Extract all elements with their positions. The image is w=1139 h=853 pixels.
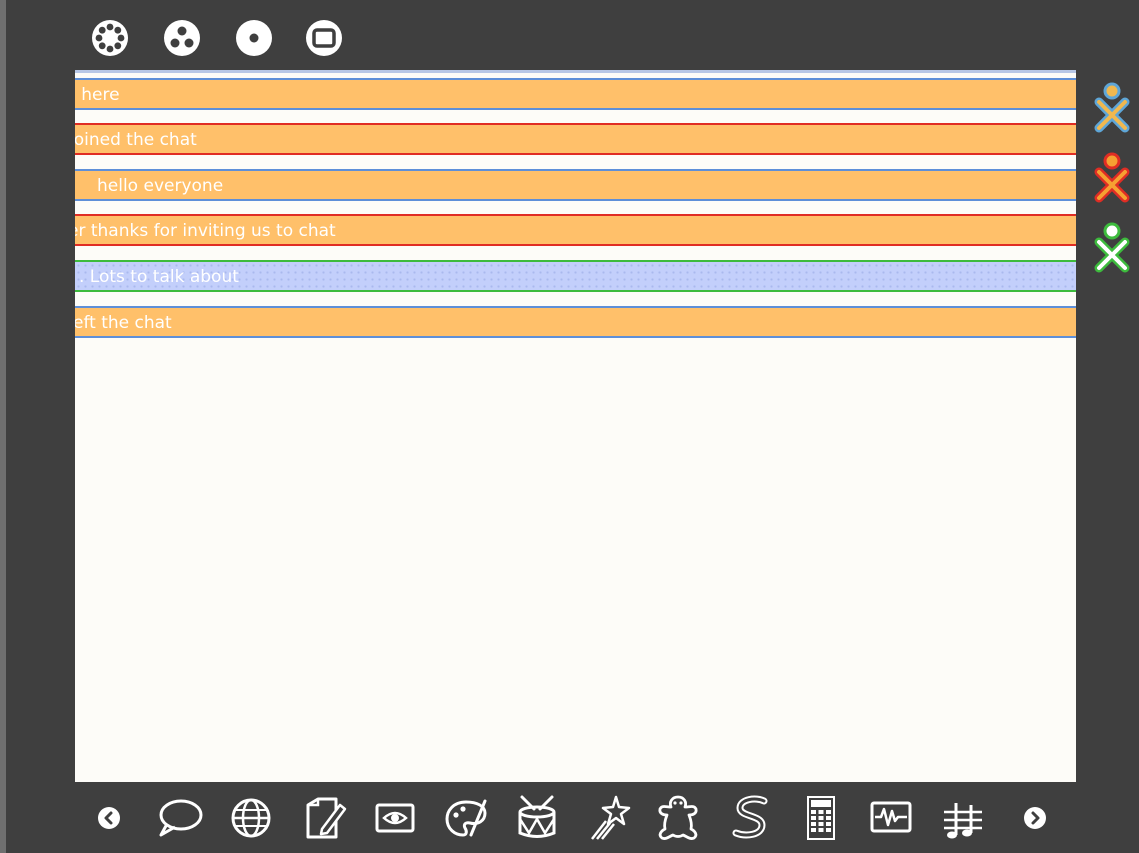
calculate-activity[interactable] <box>796 793 846 843</box>
message-text: s here <box>75 85 120 105</box>
tamtam-edit-icon <box>944 803 982 839</box>
turtle-art-activity[interactable] <box>584 793 634 843</box>
home-icon <box>236 20 272 56</box>
chat-activity[interactable] <box>155 793 205 843</box>
activity-view-button[interactable] <box>304 18 344 58</box>
speak-icon <box>732 795 768 839</box>
group-view-button[interactable] <box>162 18 202 58</box>
etoys-activity[interactable] <box>653 793 703 843</box>
tamtam-icon <box>518 795 556 838</box>
chat-message: . Lots to talk about <box>75 260 1076 292</box>
scroll-left-button[interactable] <box>97 806 121 830</box>
xo-buddy-icon <box>1094 222 1130 273</box>
measure-icon <box>870 801 912 833</box>
buddy-red[interactable] <box>1093 150 1131 204</box>
message-text: . Lots to talk about <box>79 267 239 287</box>
panel-top-rule <box>75 70 1076 73</box>
write-icon <box>306 797 347 839</box>
record-icon <box>375 803 415 833</box>
paint-activity[interactable] <box>441 793 491 843</box>
activity-icon <box>306 20 342 56</box>
browse-icon <box>231 798 271 838</box>
turtle-art-icon <box>591 795 631 840</box>
record-activity[interactable] <box>370 793 420 843</box>
scroll-right-icon <box>1024 807 1046 829</box>
message-text: eft the chat <box>75 313 172 333</box>
chat-panel: s here joined the chat hello everyone er… <box>75 70 1076 782</box>
scroll-left-icon <box>98 807 120 829</box>
chat-message: eft the chat <box>75 306 1076 338</box>
xo-buddy-icon <box>1094 82 1130 133</box>
measure-activity[interactable] <box>866 793 916 843</box>
message-text: joined the chat <box>75 130 197 150</box>
chat-message: hello everyone <box>75 169 1076 201</box>
speak-activity[interactable] <box>726 793 776 843</box>
message-text: er thanks for inviting us to chat <box>75 221 336 241</box>
browse-activity[interactable] <box>226 793 276 843</box>
scroll-right-button[interactable] <box>1023 806 1047 830</box>
group-icon <box>164 20 200 56</box>
etoys-icon <box>658 795 698 840</box>
tamtam-activity[interactable] <box>512 793 562 843</box>
neighborhood-icon <box>92 20 128 56</box>
chat-message: joined the chat <box>75 123 1076 155</box>
message-text: hello everyone <box>97 176 224 196</box>
chat-message: s here <box>75 78 1076 110</box>
calculate-icon <box>807 796 835 840</box>
buddy-green[interactable] <box>1093 220 1131 274</box>
chat-message: er thanks for inviting us to chat <box>75 214 1076 246</box>
chat-icon <box>159 799 203 837</box>
window-edge <box>0 0 6 853</box>
buddy-blue[interactable] <box>1093 80 1131 134</box>
paint-icon <box>445 799 487 837</box>
neighborhood-view-button[interactable] <box>90 18 130 58</box>
xo-buddy-icon <box>1094 152 1130 203</box>
tamtam-edit-activity[interactable] <box>938 793 988 843</box>
home-view-button[interactable] <box>234 18 274 58</box>
write-activity[interactable] <box>300 793 350 843</box>
